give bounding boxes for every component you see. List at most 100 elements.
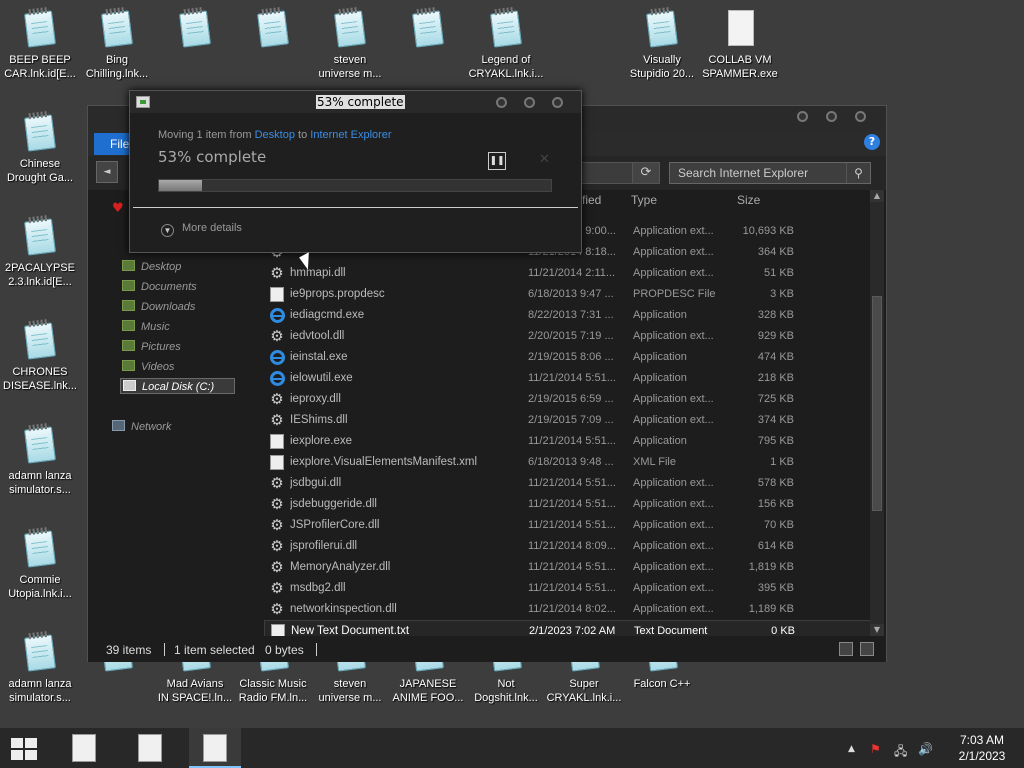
folder-icon	[122, 260, 135, 271]
file-size: 795 KB	[757, 435, 794, 447]
file-type: Application ext...	[633, 330, 714, 342]
file-size: 218 KB	[757, 372, 794, 384]
desktop-icon[interactable]: CHRONES DISEASE.lnk...	[0, 320, 80, 393]
file-row[interactable]: ielowutil.exe 11/21/2014 5:51... Applicati…	[264, 368, 871, 389]
pause-button[interactable]: ❚❚	[488, 152, 506, 170]
file-row[interactable]: iexplore.exe 11/21/2014 5:51... Applicatio…	[264, 431, 871, 452]
desktop-icon[interactable]: adamn lanza simulator.s...	[0, 632, 80, 705]
taskbar-item[interactable]	[58, 728, 110, 768]
windows-logo-icon	[25, 738, 37, 748]
nav-item-label: Network	[131, 421, 172, 433]
scroll-up-icon[interactable]: ▲	[870, 190, 884, 202]
file-name: msdbg2.dll	[290, 582, 346, 594]
taskbar-item[interactable]	[124, 728, 176, 768]
source-link[interactable]: Desktop	[255, 129, 295, 141]
nav-item-label: Videos	[141, 361, 175, 373]
file-row[interactable]: iexplore.VisualElementsManifest.xml 6/18/…	[264, 452, 871, 473]
file-row[interactable]: ⚙ jsprofilerui.dll 11/21/2014 8:09... Appli…	[264, 536, 871, 557]
search-icon[interactable]: ⚲	[846, 163, 870, 183]
desktop-icon[interactable]: steven universe m...	[310, 8, 390, 81]
file-row[interactable]: ⚙ MemoryAnalyzer.dll 11/21/2014 5:51... App…	[264, 557, 871, 578]
column-header-type[interactable]: Type	[631, 193, 657, 207]
nav-item-local-disk[interactable]: Local Disk (C:)	[120, 378, 236, 394]
large-icons-view-icon[interactable]	[860, 642, 874, 656]
network-tray-icon[interactable]: 🖧	[894, 742, 907, 763]
minimize-icon[interactable]	[496, 97, 507, 108]
file-row[interactable]: iediagcmd.exe 8/22/2013 7:31 ... Applicati…	[264, 305, 871, 326]
file-row[interactable]: ie9props.propdesc 6/18/2013 9:47 ... PROPD…	[264, 284, 871, 305]
start-button[interactable]	[11, 738, 39, 760]
refresh-button[interactable]: ⟳	[632, 162, 660, 184]
desktop-icon[interactable]: Commie Utopia.lnk.i...	[0, 528, 80, 601]
file-row[interactable]: ⚙ networkinspection.dll 11/21/2014 8:02...…	[264, 599, 871, 620]
file-tab[interactable]: File	[94, 133, 134, 155]
file-row[interactable]: ⚙ ieproxy.dll 2/19/2015 6:59 ... Applicatio…	[264, 389, 871, 410]
file-row[interactable]: ⚙ jsdebuggeride.dll 11/21/2014 5:51... Appl…	[264, 494, 871, 515]
status-bytes: 0 bytes	[265, 643, 304, 657]
maximize-icon[interactable]	[524, 97, 535, 108]
desktop-icon[interactable]: BEEP BEEP CAR.lnk.id[E...	[0, 8, 80, 81]
nav-item-videos[interactable]: Videos	[122, 359, 174, 375]
file-row[interactable]: ieinstal.exe 2/19/2015 8:06 ... Applicatio…	[264, 347, 871, 368]
desktop-icon-label: BEEP BEEP CAR.lnk.id[E...	[4, 54, 76, 80]
file-size: 614 KB	[757, 540, 794, 552]
nav-item-music[interactable]: Music	[122, 319, 170, 335]
clock[interactable]: 7:03 AM 2/1/2023	[942, 732, 1022, 764]
cancel-icon[interactable]: ✕	[539, 152, 550, 167]
desktop-icon-label: Falcon C++	[633, 678, 691, 690]
desktop-icon[interactable]: Legend of CRYAKL.lnk.i...	[466, 8, 546, 81]
file-row[interactable]: ⚙ IEShims.dll 2/19/2015 7:09 ... Applicatio…	[264, 410, 871, 431]
nav-item-network[interactable]: Network	[112, 419, 171, 435]
desktop-icon-label: Chinese Drought Ga...	[6, 158, 74, 184]
dialog-titlebar[interactable]: 53% complete	[130, 91, 581, 113]
back-button[interactable]: ◄	[96, 161, 118, 183]
windows-logo-icon	[11, 738, 23, 748]
nav-item-documents[interactable]: Documents	[122, 279, 197, 295]
notepad-icon	[97, 8, 137, 50]
desktop-icon[interactable]: adamn lanza simulator.s...	[0, 424, 80, 497]
desktop-icon[interactable]	[388, 8, 468, 53]
desktop-icon-label: Visually Stupidio 20...	[629, 54, 695, 80]
file-date: 11/21/2014 5:51...	[528, 435, 616, 447]
file-date: 11/21/2014 5:51...	[528, 477, 616, 489]
nav-item-pictures[interactable]: Pictures	[122, 339, 181, 355]
scrollbar-thumb[interactable]	[872, 296, 882, 511]
close-icon[interactable]	[855, 111, 866, 122]
minimize-icon[interactable]	[797, 111, 808, 122]
search-placeholder: Search Internet Explorer	[678, 166, 809, 180]
taskbar-item-active[interactable]	[189, 728, 241, 768]
gear-icon: ⚙	[270, 412, 284, 429]
nav-item-downloads[interactable]: Downloads	[122, 299, 195, 315]
document-icon	[270, 287, 284, 302]
desktop-icon[interactable]	[233, 8, 313, 53]
details-view-icon[interactable]	[839, 642, 853, 656]
file-row[interactable]: ⚙ iedvtool.dll 2/20/2015 7:19 ... Applicati…	[264, 326, 871, 347]
action-center-flag-icon[interactable]: ⚑	[870, 742, 881, 756]
column-header-size[interactable]: Size	[737, 193, 760, 207]
search-input[interactable]: Search Internet Explorer ⚲	[669, 162, 871, 184]
file-row[interactable]: ⚙ hmmapi.dll 11/21/2014 2:11... Application…	[264, 263, 871, 284]
column-header-date[interactable]: fied	[582, 193, 601, 207]
nav-item-label: Music	[141, 321, 170, 333]
move-progress-dialog[interactable]: 53% complete Moving 1 item from Desktop …	[129, 90, 582, 253]
desktop-icon[interactable]: Chinese Drought Ga...	[0, 112, 80, 185]
scroll-down-icon[interactable]: ▼	[870, 624, 884, 636]
desktop-icon[interactable]	[155, 8, 235, 53]
desktop-icon[interactable]: Bing Chilling.lnk...	[77, 8, 157, 81]
more-details-button[interactable]: ▼ More details	[161, 222, 242, 237]
file-row[interactable]: ⚙ JSProfilerCore.dll 11/21/2014 5:51... App…	[264, 515, 871, 536]
file-row[interactable]: ⚙ jsdbgui.dll 11/21/2014 5:51... Applicatio…	[264, 473, 871, 494]
file-row[interactable]: ⚙ msdbg2.dll 11/21/2014 5:51... Application…	[264, 578, 871, 599]
show-hidden-icons-icon[interactable]: ▲	[848, 744, 855, 754]
close-icon[interactable]	[552, 97, 563, 108]
destination-link[interactable]: Internet Explorer	[310, 129, 391, 141]
volume-icon[interactable]: 🔊	[918, 742, 933, 756]
vertical-scrollbar[interactable]: ▲ ▼	[870, 190, 884, 636]
maximize-icon[interactable]	[826, 111, 837, 122]
help-icon[interactable]: ?	[864, 134, 880, 150]
file-name: networkinspection.dll	[290, 603, 397, 615]
desktop-icon[interactable]: Visually Stupidio 20...	[622, 8, 702, 81]
desktop-icon[interactable]: 2PACALYPSE 2.3.lnk.id[E...	[0, 216, 80, 289]
desktop-icon[interactable]: COLLAB VM SPAMMER.exe	[700, 8, 780, 81]
nav-item-desktop[interactable]: Desktop	[122, 259, 181, 275]
